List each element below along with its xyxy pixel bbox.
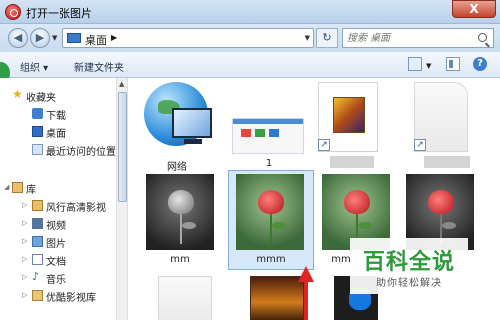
shortcut-arrow-icon: ↗ [414,139,426,151]
star-icon: ★ [12,87,23,101]
picture-icon [32,236,43,247]
recent-places-icon [32,144,43,155]
thumbnail-block [269,129,279,137]
rose-image [258,190,284,214]
sidebar-item-label: 风行高清影视 [46,203,106,214]
blurred-filename [330,156,374,168]
game-file-thumbnail-2[interactable] [250,276,304,320]
address-bar[interactable]: 桌面 ▶ ▼ [62,28,314,48]
organize-button[interactable]: 组织 ▾ [20,59,48,74]
sidebar-item-label: 文档 [46,257,66,268]
search-icon[interactable] [478,33,487,42]
rose-stem [270,214,272,244]
refresh-button[interactable]: ↻ [316,28,338,48]
expand-icon[interactable]: ◢ [4,183,9,191]
sidebar-item-label: 下载 [46,111,66,122]
rose-leaf [272,222,286,229]
address-location[interactable]: 桌面 [85,32,107,48]
new-folder-button[interactable]: 新建文件夹 [74,59,124,74]
expand-icon[interactable]: ▷ [22,237,27,245]
view-dropdown-icon[interactable]: ▼ [426,62,431,70]
library-folder-icon [32,290,43,301]
watermark: 百科全说 助你轻松解决 [350,238,468,294]
search-input[interactable] [343,29,467,47]
thumbnail-block [241,129,251,137]
watermark-title: 百科全说 [362,250,455,275]
forward-button[interactable]: ▶ [30,28,50,48]
network-monitor-icon[interactable] [172,108,212,138]
rose-leaf [182,222,196,229]
sidebar-scrollbar[interactable]: ▲ [116,78,127,320]
rose-image [168,190,194,214]
shortcut-arrow-icon: ↗ [318,139,330,151]
file-label-mm[interactable]: mm [141,254,219,265]
sidebar-library-label: 库 [26,185,36,196]
breadcrumb-chevron-icon[interactable]: ▶ [111,33,117,42]
file-label-mmm[interactable]: mmm [232,254,310,265]
app-icon [5,4,21,20]
download-folder-icon [32,108,43,119]
blurred-filename [424,156,470,168]
scroll-up-icon[interactable]: ▲ [119,80,124,88]
document-icon [32,254,43,265]
rose-stem [180,214,182,244]
file-label-network[interactable]: 网络 [138,158,216,173]
sidebar-item-label: 图片 [46,239,66,250]
rose-leaf [442,222,456,229]
thumbnail-block [255,129,265,137]
photo-thumbnail-red-rose[interactable] [236,174,304,250]
game-file-thumbnail[interactable]: ↗ [318,82,378,152]
rose-leaf [358,222,372,229]
rose-image [344,190,370,214]
library-icon [12,182,23,193]
view-options-icon[interactable] [408,57,422,71]
video-icon [32,218,43,229]
sidebar-item-label: 音乐 [46,275,66,286]
title-bar: 打开一张图片 X [0,0,500,24]
address-row: ◀ ▶ ▼ 桌面 ▶ ▼ ↻ [0,24,500,52]
music-icon: ♪ [32,270,40,283]
expand-icon[interactable]: ▷ [22,255,27,263]
blank-file-thumbnail[interactable] [158,276,212,320]
photo-thumbnail-gray-rose[interactable] [146,174,214,250]
watermark-subtitle: 助你轻松解决 [376,278,442,289]
search-box[interactable] [342,28,494,48]
help-icon[interactable]: ? [473,57,487,71]
red-arrow-shaft [304,280,308,320]
desktop-icon [32,126,43,137]
file-thumbnail-1[interactable] [232,118,304,154]
file-label-1[interactable]: 1 [230,158,308,169]
monitor-stand [184,139,202,144]
command-toolbar: 组织 ▾ 新建文件夹 ▼ ? [0,52,500,78]
expand-icon[interactable]: ▷ [22,291,27,299]
blank-file-thumbnail[interactable]: ↗ [414,82,468,152]
game-artwork [333,97,365,133]
scroll-thumb[interactable] [118,92,127,202]
window-title: 打开一张图片 [26,7,92,20]
rose-image [428,190,454,214]
close-button[interactable]: X [452,0,496,18]
expand-icon[interactable]: ▷ [22,219,27,227]
sidebar-item-label: 视频 [46,221,66,232]
sidebar-item-label: 优酷影视库 [46,293,96,304]
desktop-icon [67,33,81,43]
expand-icon[interactable]: ▷ [22,273,27,281]
back-button[interactable]: ◀ [8,28,28,48]
navigation-pane: ★ 收藏夹 下载 桌面 最近访问的位置 ◢ 库 ▷ 风行高清影视 ▷ 视频 ▷ … [0,78,128,320]
address-dropdown-icon[interactable]: ▼ [305,34,310,42]
sidebar-item-label: 最近访问的位置 [46,147,116,158]
thumbnail-header [233,119,303,124]
expand-icon[interactable]: ▷ [22,201,27,209]
sidebar-favorites-label: 收藏夹 [26,93,56,104]
preview-pane-icon[interactable] [446,57,460,71]
history-dropdown-icon[interactable]: ▼ [52,34,57,42]
library-folder-icon [32,200,43,211]
sidebar-item-label: 桌面 [46,129,66,140]
